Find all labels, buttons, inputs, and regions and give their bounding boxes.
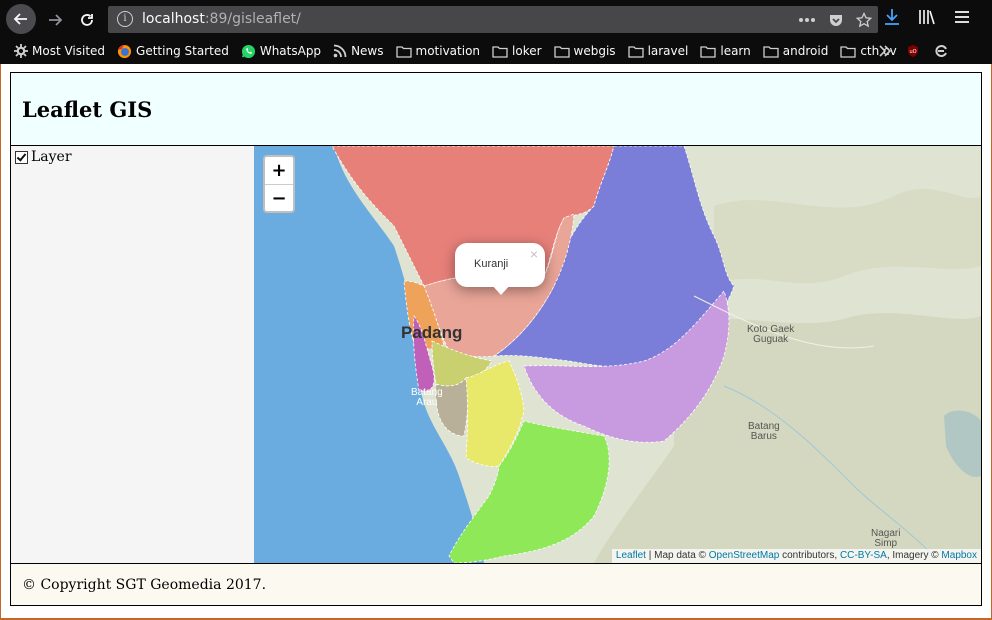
zoom-control: + − [263, 155, 295, 213]
url-path: :89/gisleaflet/ [204, 11, 301, 27]
page-frame: Leaflet GIS Layer Padang Koto Gaek Gugua… [10, 72, 982, 606]
window-border-left [0, 64, 1, 620]
bookmarks-toolbar: Most Visited Getting Started WhatsApp Ne… [0, 38, 992, 64]
bookmark-most-visited[interactable]: Most Visited [14, 44, 105, 58]
gear-icon [14, 44, 28, 58]
reload-icon [81, 14, 93, 26]
bookmark-getting-started[interactable]: Getting Started [117, 44, 229, 59]
browser-chrome: i localhost:89/gisleaflet/ Most Visited … [0, 0, 992, 64]
bookmark-label: android [782, 44, 829, 58]
bookmark-label: webgis [573, 44, 616, 58]
layer-checkbox[interactable] [15, 150, 28, 164]
bookmark-label: Getting Started [136, 44, 229, 58]
page-actions-icon[interactable] [798, 17, 816, 23]
bookmark-news[interactable]: News [333, 44, 384, 58]
popup-tip [491, 284, 511, 295]
copyright-text: © Copyright SGT Geomedia 2017. [22, 577, 267, 593]
bookmark-label: learn [720, 44, 751, 58]
menu-icon[interactable] [954, 10, 970, 24]
download-icon[interactable] [884, 8, 900, 26]
reload-button[interactable] [72, 6, 102, 34]
map-label-batang-barus: Batang Barus [748, 421, 780, 442]
extension-icon[interactable] [934, 44, 948, 58]
firefox-icon [117, 44, 132, 58]
terrain-ridge [714, 188, 981, 286]
folder-icon [840, 45, 856, 58]
library-icon[interactable] [918, 9, 936, 25]
page-footer: © Copyright SGT Geomedia 2017. [11, 563, 981, 605]
bookmark-folder-loker[interactable]: loker [492, 44, 542, 58]
chevron-double-right-icon[interactable] [878, 45, 892, 57]
page-header: Leaflet GIS [11, 73, 981, 146]
map-label-koto-gaek: Koto Gaek Guguak [747, 324, 795, 345]
bookmark-whatsapp[interactable]: WhatsApp [241, 44, 321, 59]
page-content: Leaflet GIS Layer Padang Koto Gaek Gugua… [0, 64, 992, 620]
popup-text: Kuranji [474, 258, 509, 270]
layer-toggle[interactable]: Layer [15, 149, 72, 165]
folder-icon [395, 45, 412, 58]
info-icon[interactable]: i [117, 11, 133, 27]
whatsapp-icon [241, 44, 255, 58]
map-container[interactable]: Padang Koto Gaek Guguak Batang Arau Batang… [254, 146, 981, 563]
bookmark-label: WhatsApp [259, 44, 322, 58]
forward-arrow-icon [49, 14, 63, 26]
ublock-icon[interactable]: uO [906, 44, 920, 58]
leaflet-link[interactable]: Leaflet [616, 550, 646, 561]
sidebar: Layer [11, 146, 254, 563]
bookmark-label: laravel [647, 44, 689, 58]
bookmark-label: motivation [415, 44, 481, 58]
back-button[interactable] [6, 4, 36, 34]
navigation-toolbar: i localhost:89/gisleaflet/ [0, 0, 992, 38]
attribution-text: | Map data © [645, 550, 709, 561]
folder-icon [700, 45, 717, 58]
folder-icon [492, 45, 508, 58]
mapbox-link[interactable]: Mapbox [941, 550, 977, 561]
bookmark-folder-android[interactable]: android [763, 44, 829, 58]
license-link[interactable]: CC-BY-SA [840, 550, 887, 561]
zoom-in-button[interactable]: + [265, 157, 293, 185]
map-tiles [254, 146, 981, 563]
attribution-text: contributors, [779, 550, 840, 561]
layer-label: Layer [31, 149, 72, 165]
forward-button[interactable] [40, 6, 70, 34]
map-label-padang: Padang [401, 323, 463, 342]
map-label-nagari: Nagari Simp [871, 528, 901, 549]
bookmark-label: loker [512, 44, 542, 58]
url-text[interactable]: localhost:89/gisleaflet/ [142, 11, 301, 27]
svg-text:uO: uO [909, 49, 916, 55]
page-title: Leaflet GIS [22, 97, 153, 122]
bookmark-folder-laravel[interactable]: laravel [627, 44, 689, 58]
folder-icon [763, 45, 779, 58]
bookmark-label: Most Visited [32, 44, 106, 58]
rss-icon [333, 44, 347, 58]
url-host: localhost [142, 11, 205, 27]
zoom-out-button[interactable]: − [265, 185, 293, 212]
attribution-text: , Imagery © [886, 550, 942, 561]
bookmark-folder-motivation[interactable]: motivation [395, 44, 481, 58]
map-label-batang-arau: Batang Arau [411, 387, 443, 408]
folder-icon [627, 45, 644, 58]
osm-link[interactable]: OpenStreetMap [709, 550, 780, 561]
bookmark-folder-webgis[interactable]: webgis [553, 44, 616, 58]
pocket-icon[interactable] [828, 12, 844, 28]
folder-icon [553, 45, 570, 58]
map-popup: Kuranji × [455, 243, 545, 295]
bookmark-star-icon[interactable] [856, 11, 872, 28]
address-bar[interactable]: i localhost:89/gisleaflet/ [108, 6, 878, 33]
popup-close-button[interactable]: × [530, 246, 538, 262]
bookmark-label: News [351, 44, 384, 58]
back-arrow-icon [13, 13, 27, 25]
bookmark-folder-learn[interactable]: learn [700, 44, 751, 58]
map-attribution: Leaflet | Map data © OpenStreetMap contr… [611, 549, 981, 563]
